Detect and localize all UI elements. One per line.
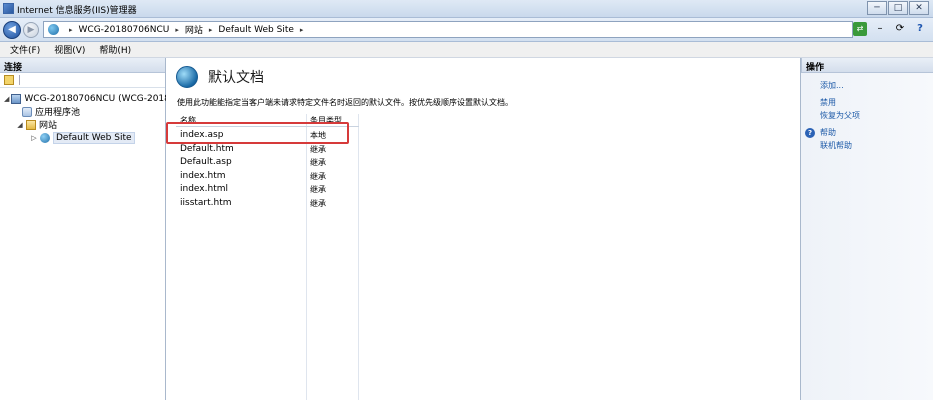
document-name: index.html (180, 184, 228, 195)
folder-icon (26, 119, 36, 130)
actions-pane: 操作 添加... 禁用 恢复为父项 ? 帮助 联机帮助 (801, 58, 933, 400)
action-help[interactable]: 帮助 (820, 126, 836, 139)
list-header: 名称 条目类型 (176, 114, 359, 127)
window-title: Internet 信息服务(IIS)管理器 (17, 6, 137, 16)
tree-item-default-web-site[interactable]: ▷ Default Web Site (0, 131, 165, 144)
globe-icon (48, 24, 59, 35)
minimize-button[interactable]: ─ (867, 1, 887, 15)
connections-pane: 连接 ◢ WCG-20180706NCU (WCG-20180706 应用程序池… (0, 58, 193, 400)
connections-tree: ◢ WCG-20180706NCU (WCG-20180706 应用程序池 ◢ … (0, 88, 193, 144)
maximize-button[interactable]: □ (888, 1, 908, 15)
table-row[interactable]: Default.asp 继承 (176, 156, 359, 170)
menu-help[interactable]: 帮助(H) (99, 43, 131, 56)
tree-item-server[interactable]: ◢ WCG-20180706NCU (WCG-20180706 (0, 92, 193, 105)
start-page-icon[interactable] (4, 75, 14, 85)
forward-button[interactable]: ▶ (23, 22, 39, 38)
menu-file[interactable]: 文件(F) (10, 43, 40, 56)
feature-view: 默认文档 使用此功能能指定当客户端未请求特定文件名时返回的默认文件。按优先级顺序… (166, 58, 801, 400)
tree-item-label: 应用程序池 (35, 108, 81, 118)
entry-type: 继承 (310, 144, 326, 154)
toolbar-divider (19, 75, 20, 85)
close-button[interactable]: ✕ (909, 1, 929, 15)
action-online-help[interactable]: 联机帮助 (801, 139, 933, 152)
window-controls: ─ □ ✕ (867, 1, 929, 15)
help-icon: ? (805, 127, 815, 138)
iis-app-icon (3, 3, 14, 14)
chevron-right-icon[interactable]: ▸ (175, 26, 179, 34)
document-name: index.asp (180, 130, 224, 140)
page-title: 默认文档 (208, 70, 264, 86)
refresh-icon[interactable]: ⟳ (893, 22, 907, 36)
column-header-entry-type[interactable]: 条目类型 (310, 115, 342, 126)
column-header-name[interactable]: 名称 (180, 115, 196, 126)
table-row[interactable]: index.asp 本地 (176, 129, 359, 143)
chevron-right-icon[interactable]: ▸ (69, 26, 73, 34)
actions-list: 添加... 禁用 恢复为父项 ? 帮助 联机帮助 (801, 73, 933, 152)
back-button[interactable]: ◀ (3, 21, 21, 39)
tree-item-sites[interactable]: ◢ 网站 (0, 118, 165, 131)
document-name: iisstart.htm (180, 197, 232, 208)
menu-view[interactable]: 视图(V) (54, 43, 85, 56)
action-add[interactable]: 添加... (801, 79, 933, 92)
table-row[interactable]: index.html 继承 (176, 183, 359, 197)
entry-type: 继承 (310, 185, 326, 195)
expand-triangle-icon[interactable]: ◢ (16, 121, 24, 129)
connections-header: 连接 (0, 58, 165, 73)
server-icon (11, 93, 22, 104)
breadcrumb-item-default-web-site[interactable]: Default Web Site (218, 25, 294, 35)
breadcrumb-item-server[interactable]: WCG-20180706NCU (79, 25, 170, 35)
default-documents-list: 名称 条目类型 index.asp 本地 Default.htm 继承 Defa… (176, 114, 798, 400)
title-bar: Internet 信息服务(IIS)管理器 ─ □ ✕ (0, 0, 933, 18)
entry-type: 继承 (310, 158, 326, 168)
feature-header: 默认文档 (176, 66, 264, 88)
tree-item-label: Default Web Site (53, 131, 135, 144)
document-name: index.htm (180, 170, 226, 181)
entry-type: 本地 (310, 131, 326, 140)
chevron-right-icon[interactable]: ▸ (300, 26, 304, 34)
list-rows: index.asp 本地 Default.htm 继承 Default.asp … (176, 129, 359, 211)
menu-bar: 文件(F) 视图(V) 帮助(H) (0, 42, 933, 58)
globe-icon (40, 132, 50, 143)
action-revert-to-parent[interactable]: 恢复为父项 (801, 109, 933, 122)
table-row[interactable]: Default.htm 继承 (176, 143, 359, 157)
toolbar-icons: ⇄ – ⟳ ? (853, 22, 927, 36)
help-icon[interactable]: ? (913, 22, 927, 36)
entry-type: 继承 (310, 198, 326, 208)
breadcrumb[interactable]: ▸ WCG-20180706NCU ▸ 网站 ▸ Default Web Sit… (43, 21, 853, 38)
table-row[interactable]: iisstart.htm 继承 (176, 197, 359, 211)
chevron-right-icon[interactable]: ▸ (209, 26, 213, 34)
tree-item-app-pools[interactable]: 应用程序池 (0, 105, 165, 118)
document-name: Default.asp (180, 157, 232, 168)
connections-toolbar (0, 73, 165, 88)
table-row[interactable]: index.htm 继承 (176, 170, 359, 184)
tree-item-label: 网站 (39, 121, 58, 131)
default-document-globe-icon (176, 66, 198, 88)
entry-type: 继承 (310, 171, 326, 181)
address-bar: ◀ ▶ ▸ WCG-20180706NCU ▸ 网站 ▸ Default Web… (0, 18, 933, 42)
breadcrumb-item-sites[interactable]: 网站 (185, 23, 203, 36)
actions-header: 操作 (801, 58, 933, 73)
feature-description: 使用此功能能指定当客户端未请求特定文件名时返回的默认文件。按优先级顺序设置默认文… (177, 98, 513, 107)
document-name: Default.htm (180, 143, 234, 154)
connect-icon[interactable]: ⇄ (853, 22, 867, 36)
collapse-triangle-icon[interactable]: ▷ (30, 134, 38, 142)
minus-icon[interactable]: – (873, 22, 887, 36)
action-disable[interactable]: 禁用 (801, 96, 933, 109)
app-pool-icon (22, 106, 32, 117)
help-row[interactable]: ? 帮助 (801, 126, 933, 139)
expand-triangle-icon[interactable]: ◢ (4, 95, 9, 103)
